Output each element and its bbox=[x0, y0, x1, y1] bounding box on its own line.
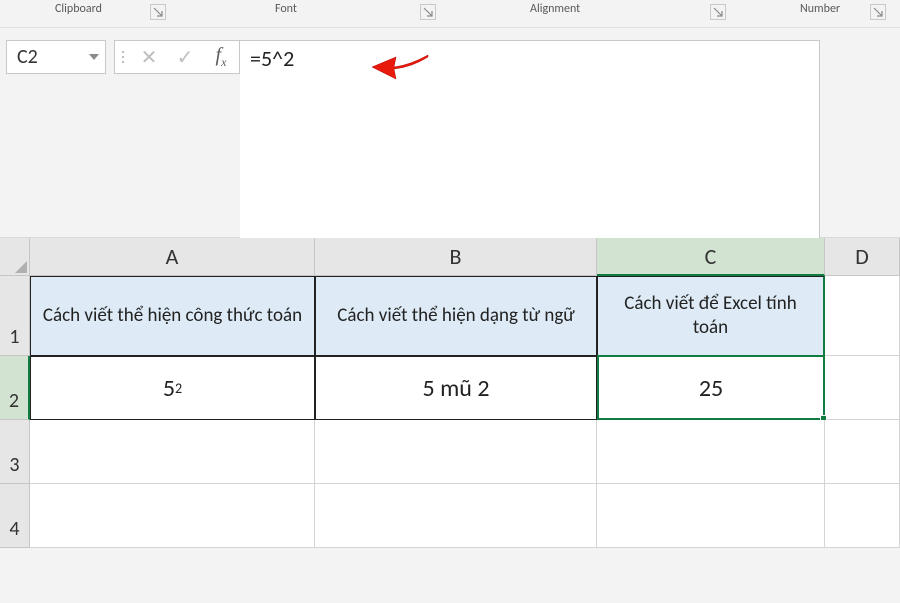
cell-B1[interactable]: Cách viết thể hiện dạng từ ngữ bbox=[315, 276, 597, 356]
cancel-button[interactable]: ✕ bbox=[131, 41, 167, 73]
ribbon-group-clipboard: Clipboard bbox=[55, 2, 102, 16]
table-row: 3 bbox=[0, 420, 900, 484]
row-header-4[interactable]: 4 bbox=[0, 484, 30, 548]
cell-C3[interactable] bbox=[597, 420, 825, 484]
enter-button[interactable]: ✓ bbox=[167, 41, 203, 73]
select-all-corner[interactable] bbox=[0, 238, 30, 276]
formula-bar-input[interactable]: =5^2 bbox=[240, 40, 820, 240]
table-row: 2 52 5 mũ 2 25 bbox=[0, 356, 900, 420]
cell-A2-exp: 2 bbox=[175, 380, 182, 397]
cell-D3[interactable] bbox=[825, 420, 900, 484]
ribbon-group-labels: Clipboard Font Alignment Number bbox=[0, 0, 900, 28]
column-header-A[interactable]: A bbox=[30, 238, 315, 276]
ribbon-group-number: Number bbox=[800, 2, 840, 16]
formula-bar-row: C2 ✕ ✓ fx =5^2 bbox=[0, 28, 900, 238]
x-icon: ✕ bbox=[141, 45, 158, 70]
dialog-launcher-icon[interactable] bbox=[710, 4, 726, 20]
row-header-2[interactable]: 2 bbox=[0, 356, 30, 420]
formula-bar-value: =5^2 bbox=[250, 45, 294, 72]
fx-icon: fx bbox=[216, 44, 227, 70]
grip-dots-icon bbox=[119, 51, 127, 63]
cell-A2[interactable]: 52 bbox=[30, 356, 315, 420]
cell-D4[interactable] bbox=[825, 484, 900, 548]
name-box[interactable]: C2 bbox=[6, 40, 106, 74]
cell-C2[interactable]: 25 bbox=[597, 356, 825, 420]
column-header-B[interactable]: B bbox=[315, 238, 597, 276]
check-icon: ✓ bbox=[177, 45, 194, 70]
cell-D1[interactable] bbox=[825, 276, 900, 356]
dialog-launcher-icon[interactable] bbox=[420, 4, 436, 20]
column-headers: A B C D bbox=[0, 238, 900, 276]
caret-down-icon bbox=[89, 54, 99, 60]
dialog-launcher-icon[interactable] bbox=[150, 4, 166, 20]
spreadsheet-grid: A B C D 1 Cách viết thể hiện công thức t… bbox=[0, 238, 900, 548]
cell-B4[interactable] bbox=[315, 484, 597, 548]
column-header-C[interactable]: C bbox=[597, 238, 825, 276]
row-header-1[interactable]: 1 bbox=[0, 276, 30, 356]
cell-B2[interactable]: 5 mũ 2 bbox=[315, 356, 597, 420]
name-box-value: C2 bbox=[17, 45, 38, 69]
cell-C1[interactable]: Cách viết để Excel tính toán bbox=[597, 276, 825, 356]
row-header-3[interactable]: 3 bbox=[0, 420, 30, 484]
cell-A1[interactable]: Cách viết thể hiện công thức toán bbox=[30, 276, 315, 356]
cell-A3[interactable] bbox=[30, 420, 315, 484]
insert-function-button[interactable]: fx bbox=[203, 41, 239, 73]
cell-A4[interactable] bbox=[30, 484, 315, 548]
ribbon-group-font: Font bbox=[275, 2, 297, 16]
table-row: 4 bbox=[0, 484, 900, 548]
ribbon-group-alignment: Alignment bbox=[530, 2, 580, 16]
cell-A2-base: 5 bbox=[163, 374, 175, 403]
table-row: 1 Cách viết thể hiện công thức toán Cách… bbox=[0, 276, 900, 356]
dialog-launcher-icon[interactable] bbox=[870, 4, 886, 20]
column-header-D[interactable]: D bbox=[825, 238, 900, 276]
formula-bar-buttons: ✕ ✓ fx bbox=[114, 40, 240, 74]
cell-C4[interactable] bbox=[597, 484, 825, 548]
cell-D2[interactable] bbox=[825, 356, 900, 420]
cell-B3[interactable] bbox=[315, 420, 597, 484]
